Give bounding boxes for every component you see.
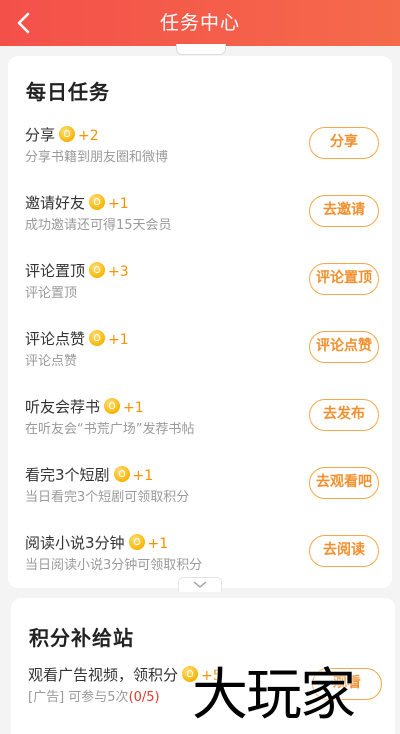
coin-icon bbox=[89, 262, 106, 278]
share-button[interactable]: 分享 bbox=[309, 127, 379, 159]
watermark-logo: 大玩家 bbox=[192, 663, 356, 728]
task-desc: 当日看完3个短剧可领取积分 bbox=[25, 490, 190, 505]
task-name: 听友会荐书 +1 bbox=[25, 398, 144, 416]
task-name: 评论置顶 +3 bbox=[25, 262, 129, 280]
top-bar: 任务中心 bbox=[0, 0, 400, 46]
ad-task-progress: (0/5) bbox=[128, 690, 160, 705]
task-name: 看完3个短剧 +1 bbox=[25, 466, 154, 484]
header-notch bbox=[176, 44, 226, 55]
task-points: +1 bbox=[147, 536, 169, 552]
task-points: +1 bbox=[108, 196, 129, 212]
daily-tasks-title: 每日任务 bbox=[26, 80, 110, 104]
watch-button[interactable]: 去观看吧 bbox=[309, 467, 379, 499]
like-comment-button[interactable]: 评论点赞 bbox=[309, 331, 379, 363]
task-recommend-book: 听友会荐书 +1 在听友会“书荒广场”发荐书帖 去发布 bbox=[8, 396, 392, 444]
task-like-comment: 评论点赞 +1 评论点赞 评论点赞 bbox=[8, 328, 392, 376]
task-desc: 当日阅读小说3分钟可领取积分 bbox=[25, 558, 203, 573]
coin-icon bbox=[59, 126, 76, 142]
invite-button[interactable]: 去邀请 bbox=[309, 195, 379, 227]
chevron-down-icon bbox=[193, 581, 207, 588]
task-points: +3 bbox=[108, 264, 129, 280]
task-desc: 分享书籍到朋友圈和微博 bbox=[25, 150, 169, 165]
task-watch-shorts: 看完3个短剧 +1 当日看完3个短剧可领取积分 去观看吧 bbox=[8, 464, 392, 512]
task-points: +2 bbox=[78, 128, 99, 144]
coin-icon bbox=[104, 398, 121, 414]
coin-icon bbox=[89, 194, 106, 210]
task-desc: 成功邀请还可得15天会员 bbox=[25, 218, 172, 233]
task-points: +1 bbox=[132, 468, 154, 484]
read-button[interactable]: 去阅读 bbox=[309, 535, 379, 567]
ad-task-desc: [广告] 可参与5次(0/5) bbox=[28, 690, 160, 705]
task-share: 分享 +2 分享书籍到朋友圈和微博 分享 bbox=[8, 124, 392, 172]
coin-icon bbox=[89, 330, 106, 346]
daily-tasks-card: 每日任务 分享 +2 分享书籍到朋友圈和微博 分享 邀请好友 +1 成功邀请还可得1… bbox=[8, 56, 392, 588]
pin-comment-button[interactable]: 评论置顶 bbox=[309, 263, 379, 295]
coin-icon bbox=[128, 534, 145, 550]
task-desc: 评论点赞 bbox=[25, 354, 78, 369]
task-name: 邀请好友 +1 bbox=[25, 194, 129, 212]
task-points: +1 bbox=[123, 400, 144, 416]
expand-toggle[interactable] bbox=[178, 577, 222, 592]
publish-button[interactable]: 去发布 bbox=[309, 399, 379, 431]
task-pin-comment: 评论置顶 +3 评论置顶 评论置顶 bbox=[8, 260, 392, 308]
task-invite: 邀请好友 +1 成功邀请还可得15天会员 去邀请 bbox=[8, 192, 392, 240]
task-read-novel: 阅读小说3分钟 +1 当日阅读小说3分钟可领取积分 去阅读 bbox=[8, 532, 392, 580]
coin-icon bbox=[113, 466, 130, 482]
task-desc: 评论置顶 bbox=[25, 286, 78, 301]
task-points: +1 bbox=[108, 332, 129, 348]
task-name: 阅读小说3分钟 +1 bbox=[25, 534, 169, 552]
task-name: 评论点赞 +1 bbox=[25, 330, 129, 348]
task-name: 分享 +2 bbox=[25, 126, 99, 144]
task-desc: 在听友会“书荒广场”发荐书帖 bbox=[25, 422, 195, 437]
points-station-title: 积分补给站 bbox=[29, 626, 134, 650]
page-title: 任务中心 bbox=[159, 12, 240, 34]
